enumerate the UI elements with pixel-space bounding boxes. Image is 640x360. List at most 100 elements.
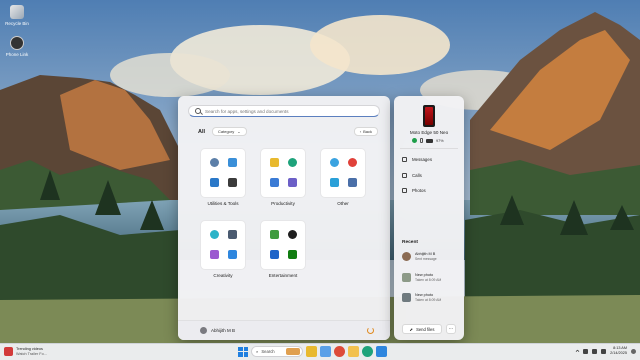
app-group-utilities[interactable]: Utilities & Tools bbox=[200, 148, 246, 206]
remote-desktop-icon bbox=[330, 178, 339, 187]
contact-avatar bbox=[402, 252, 411, 261]
battery-icon bbox=[426, 138, 433, 143]
desktop-icon-recycle-bin[interactable]: Recycle Bin bbox=[2, 5, 32, 26]
system-tray: 8:13 AM 2/14/2025 bbox=[575, 346, 636, 356]
category-label: Category bbox=[218, 129, 235, 134]
store-icon bbox=[210, 178, 219, 187]
phone-link-icon bbox=[10, 36, 24, 50]
app-group-creativity[interactable]: Creativity bbox=[200, 220, 246, 278]
app-group-entertainment[interactable]: Entertainment bbox=[260, 220, 306, 278]
maps-icon bbox=[348, 158, 357, 167]
device-status: 97% bbox=[412, 138, 444, 143]
clipchamp-icon bbox=[210, 230, 219, 239]
back-button[interactable]: ‹ Back bbox=[353, 127, 378, 136]
copilot-icon[interactable] bbox=[320, 346, 331, 357]
battery-level: 97% bbox=[436, 138, 444, 143]
paint-icon bbox=[210, 250, 219, 259]
image-icon bbox=[402, 188, 407, 193]
recent-item[interactable]: New photo Taken at 8:09 AM bbox=[402, 293, 460, 302]
movies-icon bbox=[270, 250, 279, 259]
taskbar-search-label: Search bbox=[261, 349, 275, 354]
camera-icon bbox=[228, 230, 237, 239]
app-group-tile[interactable] bbox=[200, 220, 246, 270]
category-dropdown[interactable]: Category ⌄ bbox=[212, 127, 247, 136]
more-options-button[interactable]: ... bbox=[446, 324, 456, 334]
folder-icon bbox=[270, 158, 279, 167]
recent-subtitle: Taken at 8:09 AM bbox=[415, 278, 442, 282]
app-group-label: Entertainment bbox=[268, 273, 298, 278]
media-player-icon bbox=[288, 230, 297, 239]
app-group-label: Creativity bbox=[213, 273, 233, 278]
app-group-label: Productivity bbox=[271, 201, 295, 206]
widget-title: Trending videos bbox=[16, 347, 43, 351]
widgets-button[interactable]: Trending videos Watch Trailer Fo... bbox=[4, 347, 47, 356]
edge-icon[interactable] bbox=[362, 346, 373, 357]
photos-icon bbox=[228, 250, 237, 259]
connected-icon bbox=[412, 138, 417, 143]
message-icon bbox=[402, 157, 407, 162]
power-icon[interactable] bbox=[367, 327, 374, 334]
wifi-icon[interactable] bbox=[583, 348, 589, 354]
notification-icon[interactable] bbox=[631, 348, 636, 354]
menu-label: Calls bbox=[412, 173, 422, 178]
send-icon: ⬈ bbox=[409, 326, 414, 332]
bluetooth-icon bbox=[420, 138, 423, 143]
file-explorer-icon[interactable] bbox=[306, 346, 317, 357]
people-icon bbox=[228, 158, 237, 167]
photo-thumbnail bbox=[402, 273, 411, 282]
taskbar-apps: ⌕ Search bbox=[238, 346, 387, 357]
trending-icon bbox=[4, 347, 13, 356]
search-input[interactable] bbox=[205, 108, 375, 114]
recent-item[interactable]: Abhijith M B Sent message bbox=[402, 252, 460, 261]
desktop-icon-label: Recycle Bin bbox=[5, 21, 29, 26]
widget-subtitle: Watch Trailer Fo... bbox=[16, 351, 47, 356]
xbox-icon bbox=[288, 250, 297, 259]
chevron-left-icon: ‹ bbox=[359, 129, 362, 134]
app-group-tile[interactable] bbox=[260, 220, 306, 270]
folder-icon[interactable] bbox=[348, 346, 359, 357]
start-menu: All Category ⌄ ‹ Back Utilities & Tools … bbox=[178, 96, 390, 340]
apps-grid-icon bbox=[348, 178, 357, 187]
volume-icon[interactable] bbox=[592, 348, 598, 354]
app-group-productivity[interactable]: Productivity bbox=[260, 148, 306, 206]
battery-icon[interactable] bbox=[601, 348, 607, 354]
phone-icon bbox=[402, 173, 407, 178]
photo-thumbnail bbox=[402, 293, 411, 302]
desktop-icon-label: Phone Link bbox=[5, 52, 29, 57]
recent-subtitle: Taken at 8:09 AM bbox=[415, 298, 442, 302]
phone-menu-messages[interactable]: Messages bbox=[402, 157, 432, 162]
recent-subtitle: Sent message bbox=[415, 257, 437, 261]
recent-item[interactable]: New photo Taken at 8:09 AM bbox=[402, 273, 460, 282]
menu-label: Photos bbox=[412, 188, 426, 193]
minecraft-icon bbox=[270, 230, 279, 239]
start-search-box[interactable] bbox=[188, 105, 380, 117]
send-files-button[interactable]: ⬈ Send files bbox=[402, 324, 442, 334]
phone-menu-calls[interactable]: Calls bbox=[402, 173, 422, 178]
chrome-icon[interactable] bbox=[334, 346, 345, 357]
recent-heading: Recent bbox=[402, 240, 418, 245]
apps-icon bbox=[288, 178, 297, 187]
phone-menu-photos[interactable]: Photos bbox=[402, 188, 426, 193]
app-group-tile[interactable] bbox=[260, 148, 306, 198]
desktop-icon-phone-link[interactable]: Phone Link bbox=[2, 36, 32, 57]
chevron-up-icon[interactable] bbox=[575, 348, 580, 354]
app-group-label: Other bbox=[337, 201, 349, 206]
app-group-tile[interactable] bbox=[320, 148, 366, 198]
search-highlight-icon bbox=[286, 348, 300, 355]
user-account-button[interactable]: Abhijith M B bbox=[200, 327, 235, 334]
cortana-icon bbox=[330, 158, 339, 167]
taskbar-search[interactable]: ⌕ Search bbox=[251, 346, 303, 357]
search-icon: ⌕ bbox=[256, 349, 259, 354]
windows-start-icon[interactable] bbox=[238, 346, 248, 357]
device-name: Moto Edge 50 Neo bbox=[409, 130, 449, 135]
clock[interactable]: 8:13 AM 2/14/2025 bbox=[610, 346, 627, 356]
photos-icon[interactable] bbox=[376, 346, 387, 357]
calculator-icon bbox=[228, 178, 237, 187]
settings-icon bbox=[210, 158, 219, 167]
app-group-other[interactable]: Other bbox=[320, 148, 366, 206]
taskbar: Trending videos Watch Trailer Fo... ⌕ Se… bbox=[0, 343, 640, 360]
divider bbox=[400, 148, 458, 149]
app-group-tile[interactable] bbox=[200, 148, 246, 198]
start-footer: Abhijith M B bbox=[178, 320, 390, 340]
recycle-bin-icon bbox=[10, 5, 24, 19]
